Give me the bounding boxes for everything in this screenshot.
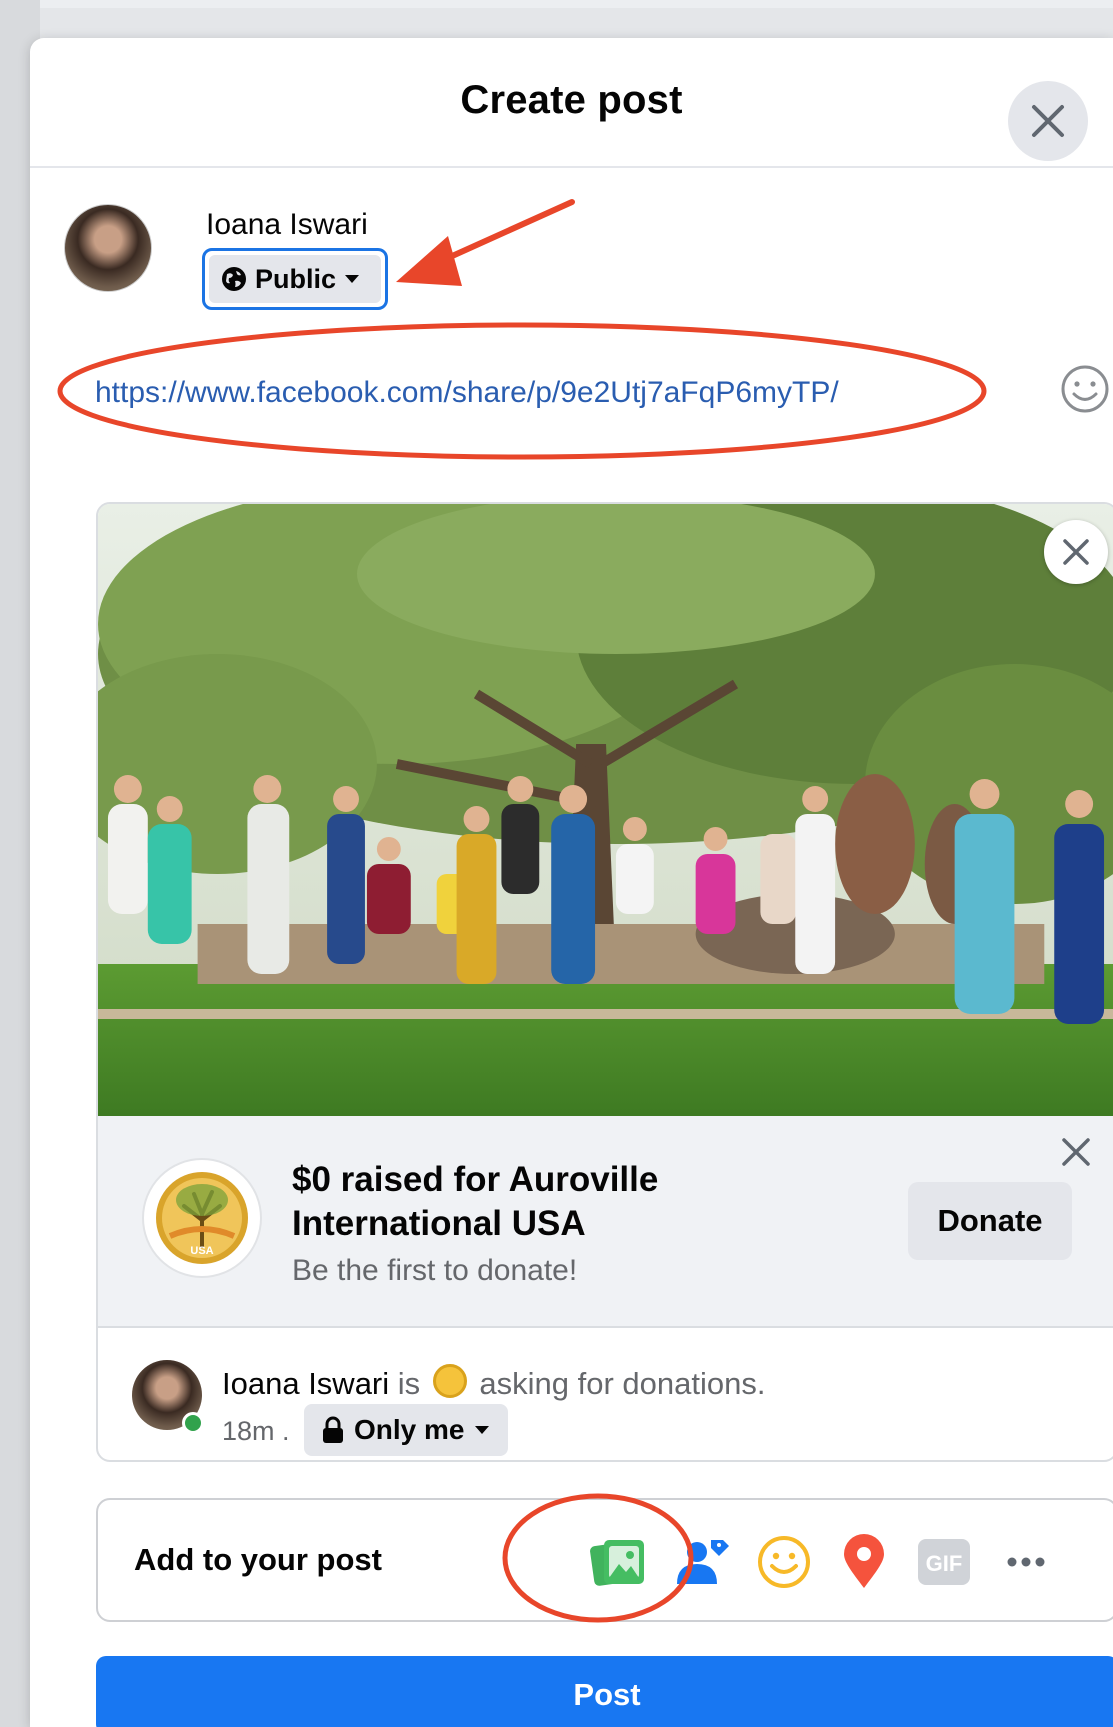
annotation-circle-photo xyxy=(502,1493,694,1623)
attribution-name[interactable]: Ioana Iswari xyxy=(222,1366,389,1401)
feeling-button[interactable] xyxy=(754,1532,814,1592)
lock-icon xyxy=(323,1416,343,1443)
privacy-label: Public xyxy=(255,263,337,294)
location-button[interactable] xyxy=(834,1532,894,1592)
gif-button[interactable]: GIF xyxy=(914,1532,974,1592)
fundraiser-logo-text: USA xyxy=(190,1245,213,1257)
audience-selector[interactable]: Only me xyxy=(304,1404,509,1456)
emoji-button[interactable] xyxy=(1060,364,1110,419)
coin-icon xyxy=(432,1364,467,1398)
fundraiser-card: USA $0 raised for Auroville Internationa… xyxy=(98,1116,1113,1328)
attribution-text: Ioana Iswari is asking for donations. xyxy=(222,1364,765,1402)
close-dialog-button[interactable] xyxy=(1008,81,1088,161)
close-icon xyxy=(1032,105,1064,137)
background-page xyxy=(0,0,1113,8)
online-status-dot xyxy=(182,1412,204,1434)
close-icon xyxy=(1063,539,1089,565)
caret-down-icon xyxy=(475,1426,490,1434)
dismiss-fundraiser-button[interactable] xyxy=(1062,1138,1090,1171)
timestamp-separator: . xyxy=(282,1416,290,1446)
more-options-button[interactable] xyxy=(996,1532,1056,1592)
fundraiser-title[interactable]: $0 raised for Auroville International US… xyxy=(292,1158,712,1246)
preview-photo xyxy=(98,504,1113,1116)
dialog-header: Create post xyxy=(30,38,1113,168)
caret-down-icon xyxy=(345,275,360,283)
gif-icon: GIF xyxy=(918,1539,970,1585)
attribution-row: Ioana Iswari is asking for donations. 18… xyxy=(98,1330,1113,1460)
privacy-selector-inner: Public xyxy=(209,255,381,303)
globe-icon xyxy=(222,267,246,291)
attribution-is: is xyxy=(397,1366,421,1401)
post-button[interactable]: Post xyxy=(96,1656,1113,1727)
annotation-circle-link xyxy=(57,322,987,460)
avatar xyxy=(64,204,152,292)
fundraiser-logo: USA xyxy=(142,1158,262,1278)
donate-button[interactable]: Donate xyxy=(908,1182,1072,1260)
audience-label: Only me xyxy=(354,1414,465,1445)
smiley-icon xyxy=(1061,365,1109,413)
create-post-dialog: Create post Ioana Iswari Public https://… xyxy=(30,38,1113,1727)
remove-preview-button[interactable] xyxy=(1044,520,1108,584)
attribution-action: asking for donations. xyxy=(479,1366,766,1401)
timestamp[interactable]: 18m xyxy=(222,1416,275,1446)
close-icon xyxy=(1062,1138,1090,1166)
timestamp-row: 18m . xyxy=(222,1416,290,1447)
privacy-selector[interactable]: Public xyxy=(202,248,388,310)
link-preview-card: USA $0 raised for Auroville Internationa… xyxy=(96,502,1113,1462)
feeling-icon xyxy=(758,1536,810,1588)
location-icon xyxy=(844,1534,884,1588)
add-to-post-label: Add to your post xyxy=(134,1542,382,1577)
gif-label: GIF xyxy=(926,1551,963,1576)
more-icon xyxy=(1007,1557,1045,1567)
author-name: Ioana Iswari xyxy=(206,208,368,241)
fundraiser-subtitle: Be the first to donate! xyxy=(292,1254,578,1287)
dialog-title: Create post xyxy=(460,78,683,122)
annotation-arrow xyxy=(396,199,575,286)
